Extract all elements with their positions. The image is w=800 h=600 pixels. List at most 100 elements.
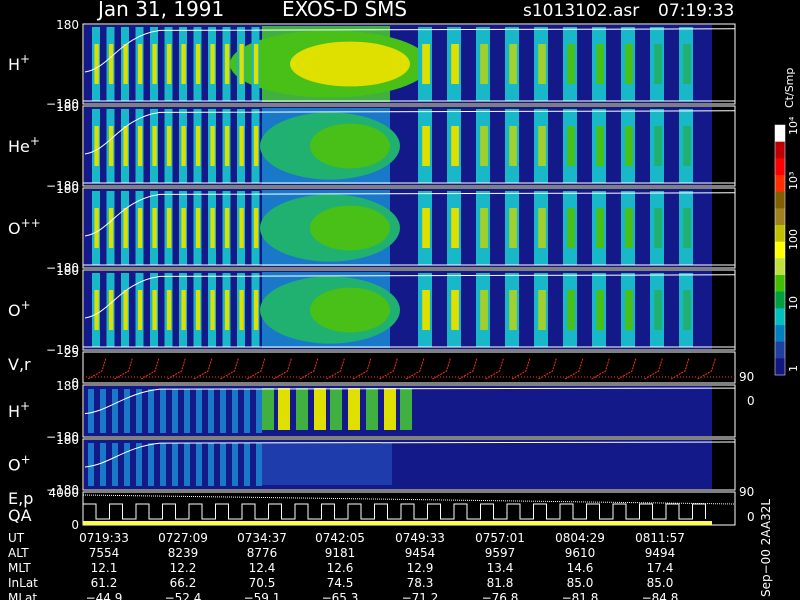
side-label: Sep−00 2AA32L [759, 499, 773, 597]
colorbar-swatch [775, 125, 785, 143]
ephemeris-cell: 7554 [89, 546, 120, 560]
ephemeris-row-label: UT [8, 531, 25, 545]
ephemeris-cell: 12.4 [249, 561, 276, 575]
ephemeris-cell: 9610 [565, 546, 596, 560]
colorbar-swatch [775, 141, 785, 159]
ephemeris-cell: 12.1 [91, 561, 118, 575]
band [400, 388, 412, 430]
ephemeris-cell: 0727:09 [158, 531, 208, 545]
burst-core [625, 290, 633, 330]
burst-core [152, 290, 157, 330]
burst-core [625, 44, 633, 84]
stripe [112, 389, 118, 433]
ephemeris-cell: 9454 [405, 546, 436, 560]
burst-core [451, 126, 459, 166]
stripe [100, 389, 106, 433]
burst-core [195, 126, 201, 166]
burst-core [210, 208, 215, 248]
colorbar-swatch [775, 158, 785, 176]
ytick-max: 180 [56, 182, 79, 196]
burst-core [224, 44, 230, 84]
burst-core [94, 126, 99, 166]
colorbar-title: Ct/Smp [783, 68, 796, 108]
ephemeris-cell: 85.0 [647, 576, 674, 590]
ephemeris-cell: 17.4 [647, 561, 674, 575]
burst-core [422, 208, 430, 248]
panel-label-charge: + [21, 453, 31, 467]
ytick-min: 0 [71, 518, 79, 532]
stripe [112, 443, 118, 486]
ephemeris-row-label: InLat [8, 576, 38, 590]
burst-core [108, 290, 114, 330]
burst-core [152, 208, 157, 248]
ephemeris-cell: 70.5 [249, 576, 276, 590]
central-core [310, 205, 390, 251]
burst-core [239, 126, 244, 166]
band [314, 388, 326, 430]
spectrogram-figure: Jan 31, 1991 EXOS-D SMS s1013102.asr 07:… [0, 0, 800, 600]
colorbar-swatch [775, 225, 785, 243]
colorbar-swatch [775, 241, 785, 259]
burst-core [239, 290, 244, 330]
panel-4 [82, 269, 736, 351]
ephemeris-cell: 12.2 [170, 561, 197, 575]
burst-core [181, 290, 186, 330]
ephemeris-cell: −52.4 [165, 591, 202, 600]
ytick-max: 180 [56, 433, 79, 447]
qa-bar [83, 521, 712, 525]
stripe [88, 443, 94, 486]
burst-core [567, 208, 575, 248]
panel-5 [82, 351, 736, 384]
stripe [220, 389, 226, 433]
burst-core [195, 290, 201, 330]
ephemeris-cell: 8239 [168, 546, 199, 560]
burst-core [181, 208, 186, 248]
stripe [124, 389, 130, 433]
burst-core [451, 44, 459, 84]
burst-core [625, 208, 633, 248]
burst-core [123, 208, 128, 248]
stripe [196, 443, 202, 486]
ephemeris-cell: −44.9 [86, 591, 123, 600]
burst-core [253, 208, 259, 248]
panel-8 [82, 491, 736, 526]
burst-core [538, 208, 546, 248]
band [348, 388, 360, 430]
ephemeris-row-label: MLT [8, 561, 31, 575]
stripe [256, 389, 262, 433]
burst-core [654, 126, 662, 166]
stripe [124, 443, 130, 486]
colorbar-tick: 10 [787, 296, 800, 310]
ephemeris-cell: −71.2 [402, 591, 439, 600]
ephemeris-cell: 61.2 [91, 576, 118, 590]
stripe [232, 389, 238, 433]
right-tick: 90 [739, 370, 754, 384]
ephemeris-table: UT 0719:33 0727:09 0734:37 0742:05 0749:33 075… [8, 531, 685, 600]
header-file: s1013102.asr [523, 1, 639, 21]
stripe [148, 443, 154, 486]
colorbar-tick: 10⁴ [787, 116, 800, 135]
stripe [208, 389, 214, 433]
ephemeris-row-label: ALT [8, 546, 29, 560]
panel-2 [82, 105, 736, 187]
burst-core [451, 208, 459, 248]
colorbar-swatch [775, 291, 785, 309]
burst-core [195, 208, 201, 248]
ytick-max: 180 [56, 18, 79, 32]
central-core [310, 287, 390, 333]
burst-core [123, 126, 128, 166]
burst-core [224, 290, 230, 330]
burst-core [123, 44, 128, 84]
burst-core [123, 290, 128, 330]
header-instrument: EXOS-D SMS [282, 0, 407, 21]
burst-core [567, 44, 575, 84]
burst-core [683, 44, 691, 84]
ephemeris-cell: −59.1 [244, 591, 281, 600]
burst-core [253, 290, 259, 330]
burst-core [480, 44, 488, 84]
ephemeris-cell: 81.8 [487, 576, 514, 590]
burst-core [509, 290, 517, 330]
panel-label-charge: + [21, 298, 31, 312]
burst-core [94, 290, 99, 330]
ephemeris-cell: 9597 [485, 546, 516, 560]
